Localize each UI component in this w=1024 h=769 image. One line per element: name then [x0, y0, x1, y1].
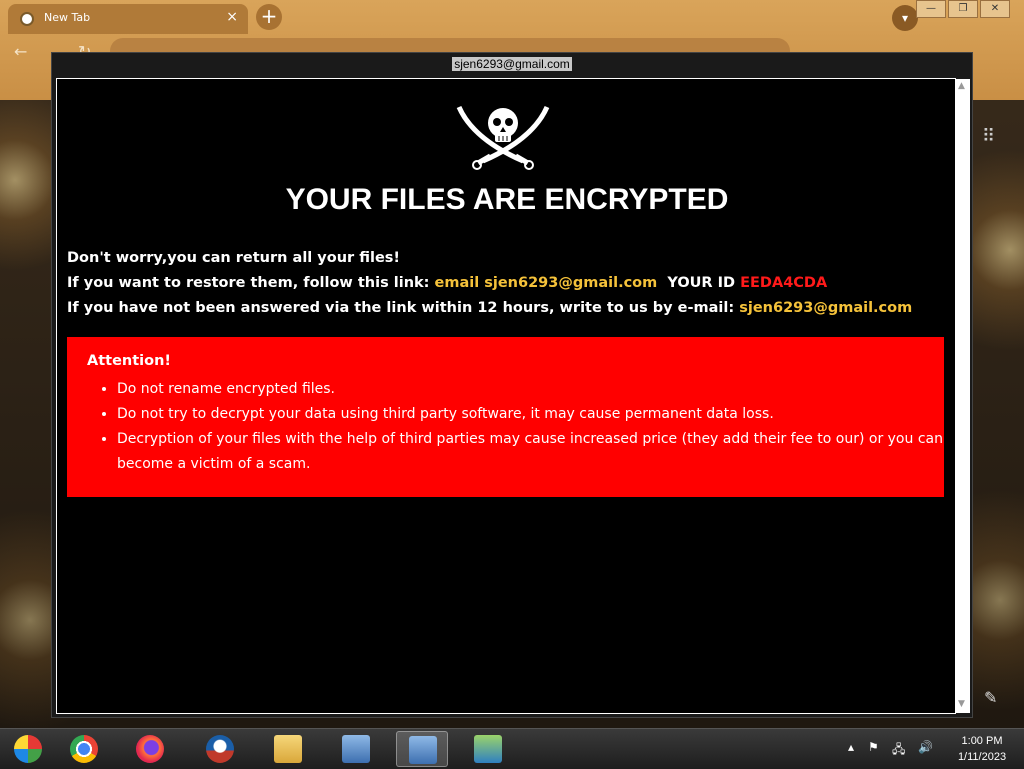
show-hidden-icons[interactable]: ▴ [848, 740, 854, 754]
browser-tab[interactable]: New Tab × [8, 4, 248, 34]
clock-time: 1:00 PM [961, 735, 1003, 747]
new-tab-button[interactable]: + [256, 4, 282, 30]
window-controls: — ❐ ✕ [914, 0, 1010, 18]
system-clock[interactable]: 1:00 PM 1/11/2023 [950, 733, 1014, 765]
windows-start-icon [14, 735, 42, 763]
volume-icon[interactable]: 🔊 [918, 740, 933, 754]
restore-instructions-line: If you want to restore them, follow this… [67, 275, 827, 291]
contact-email-link: email sjen6293@gmail.com [434, 275, 658, 291]
ransom-note-content: YOUR FILES ARE ENCRYPTED Don't worry,you… [56, 78, 956, 714]
taskbar-firefox[interactable] [124, 731, 176, 767]
customize-pencil-icon[interactable]: ✎ [984, 688, 997, 707]
ransom-note-window: sjen6293@gmail.com YOUR FILES ARE ENCRYP… [51, 52, 973, 718]
id-label: YOUR ID [657, 275, 741, 291]
back-icon[interactable]: ← [14, 42, 27, 61]
installer-icon [409, 736, 437, 764]
window-title: sjen6293@gmail.com [452, 57, 572, 71]
minimize-button[interactable]: — [916, 0, 946, 18]
scroll-up-icon[interactable]: ▲ [958, 81, 965, 91]
taskbar-program-1[interactable] [330, 731, 382, 767]
close-button[interactable]: ✕ [980, 0, 1010, 18]
campaign-logo-icon [206, 735, 234, 763]
firefox-icon [136, 735, 164, 763]
start-button[interactable] [2, 731, 54, 767]
restore-prefix: If you want to restore them, follow this… [67, 275, 435, 291]
action-center-flag-icon[interactable]: ⚑ [868, 740, 879, 754]
installer-icon [342, 735, 370, 763]
headline: YOUR FILES ARE ENCRYPTED [285, 183, 729, 216]
vertical-scrollbar[interactable]: ▲ ▼ [956, 79, 970, 713]
folder-icon [274, 735, 302, 763]
network-icon[interactable]: 🖧 [892, 740, 905, 761]
chrome-tab-icon [20, 12, 34, 26]
skull-crossed-swords-icon [456, 105, 550, 170]
fallback-email: sjen6293@gmail.com [739, 300, 913, 316]
scroll-down-icon[interactable]: ▼ [958, 699, 965, 709]
window-title-bar: sjen6293@gmail.com [52, 53, 972, 75]
reassurance-line: Don't worry,you can return all your file… [67, 250, 401, 266]
chrome-icon [70, 735, 98, 763]
attention-item: Do not rename encrypted files. [117, 377, 955, 402]
fallback-contact-line: If you have not been answered via the li… [67, 300, 912, 316]
victim-id: EEDA4CDA [740, 275, 828, 291]
taskbar-obama-app[interactable] [194, 731, 246, 767]
attention-list: Do not rename encrypted files. Do not tr… [97, 377, 955, 477]
attention-item: Decryption of your files with the help o… [117, 427, 955, 477]
tab-close-icon[interactable]: × [226, 9, 238, 25]
network-users-icon [474, 735, 502, 763]
attention-box: Attention! Do not rename encrypted files… [67, 337, 944, 497]
tab-title: New Tab [44, 11, 91, 24]
taskbar-file-explorer[interactable] [262, 731, 314, 767]
attention-title: Attention! [87, 353, 172, 369]
taskbar-chrome[interactable] [58, 731, 110, 767]
apps-grid-icon[interactable]: ⠿ [982, 126, 995, 147]
taskbar-network-app[interactable] [462, 731, 514, 767]
maximize-button[interactable]: ❐ [948, 0, 978, 18]
clock-date: 1/11/2023 [957, 751, 1007, 763]
taskbar: ▴ ⚑ 🖧 🔊 1:00 PM 1/11/2023 [0, 728, 1024, 769]
taskbar-program-2[interactable] [396, 731, 448, 767]
fallback-prefix: If you have not been answered via the li… [67, 300, 740, 316]
attention-item: Do not try to decrypt your data using th… [117, 402, 955, 427]
